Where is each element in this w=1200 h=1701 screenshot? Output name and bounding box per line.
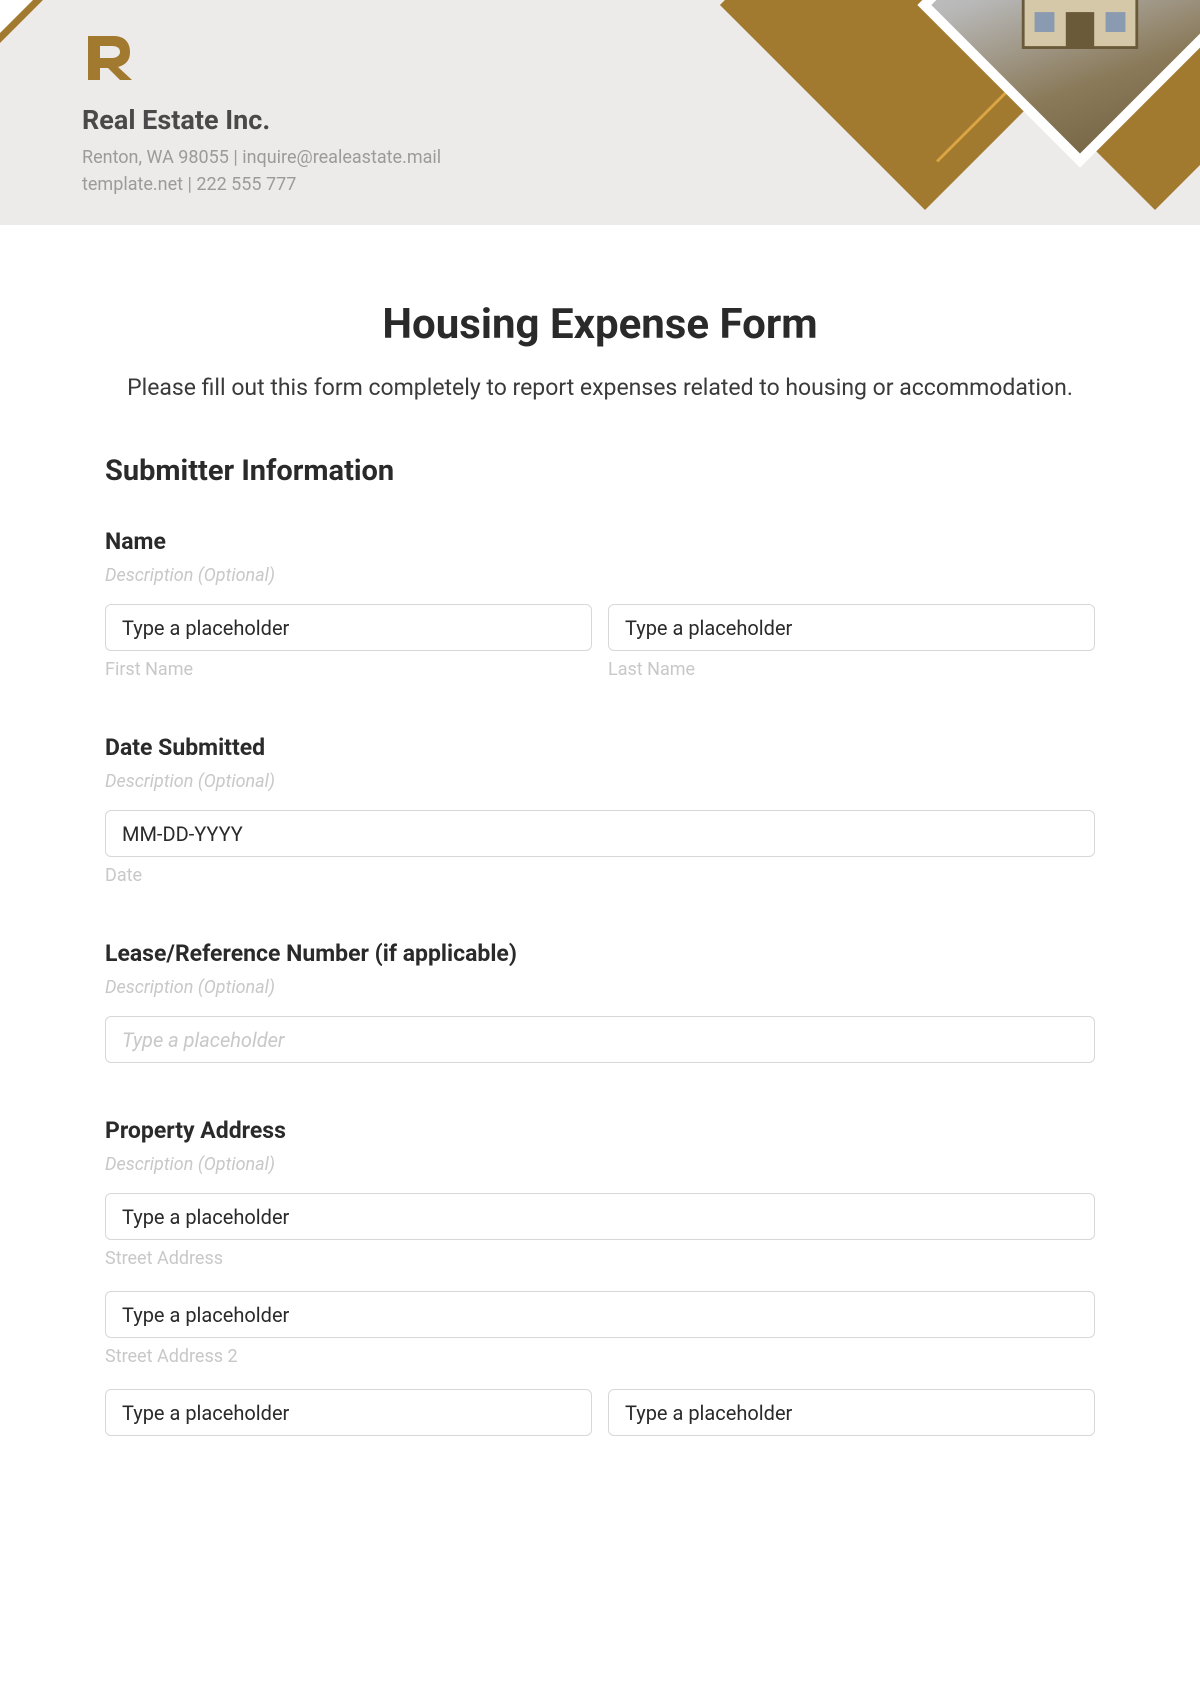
corner-triangle-inner (0, 0, 34, 34)
last-name-input[interactable] (608, 604, 1095, 651)
section-submitter-info: Submitter Information (105, 454, 1095, 488)
field-date-submitted: Date Submitted Description (Optional) Da… (105, 734, 1095, 886)
city-input[interactable] (105, 1389, 592, 1436)
date-label: Date Submitted (105, 734, 1095, 761)
field-name: Name Description (Optional) First Name L… (105, 528, 1095, 680)
name-label: Name (105, 528, 1095, 555)
form-title: Housing Expense Form (105, 300, 1095, 349)
company-contact-line1: Renton, WA 98055 | inquire@realeastate.m… (82, 144, 441, 171)
company-logo-icon (82, 30, 138, 86)
address-label: Property Address (105, 1117, 1095, 1144)
company-name: Real Estate Inc. (82, 104, 441, 136)
form-content: Housing Expense Form Please fill out thi… (0, 225, 1200, 1436)
first-name-sublabel: First Name (105, 659, 592, 680)
field-property-address: Property Address Description (Optional) … (105, 1117, 1095, 1436)
state-input[interactable] (608, 1389, 1095, 1436)
date-sublabel: Date (105, 865, 1095, 886)
date-desc: Description (Optional) (105, 771, 1095, 792)
header-decoration (780, 0, 1200, 225)
company-contact-line2: template.net | 222 555 777 (82, 171, 441, 198)
street-address-2-sublabel: Street Address 2 (105, 1346, 1095, 1367)
street-address-sublabel: Street Address (105, 1248, 1095, 1269)
street-address-2-input[interactable] (105, 1291, 1095, 1338)
name-desc: Description (Optional) (105, 565, 1095, 586)
lease-desc: Description (Optional) (105, 977, 1095, 998)
first-name-input[interactable] (105, 604, 592, 651)
field-lease-number: Lease/Reference Number (if applicable) D… (105, 940, 1095, 1063)
lease-label: Lease/Reference Number (if applicable) (105, 940, 1095, 967)
header-banner: Real Estate Inc. Renton, WA 98055 | inqu… (0, 0, 1200, 225)
date-input[interactable] (105, 810, 1095, 857)
lease-input[interactable] (105, 1016, 1095, 1063)
street-address-input[interactable] (105, 1193, 1095, 1240)
address-desc: Description (Optional) (105, 1154, 1095, 1175)
form-subtitle: Please fill out this form completely to … (105, 371, 1095, 404)
company-block: Real Estate Inc. Renton, WA 98055 | inqu… (82, 30, 441, 198)
last-name-sublabel: Last Name (608, 659, 1095, 680)
